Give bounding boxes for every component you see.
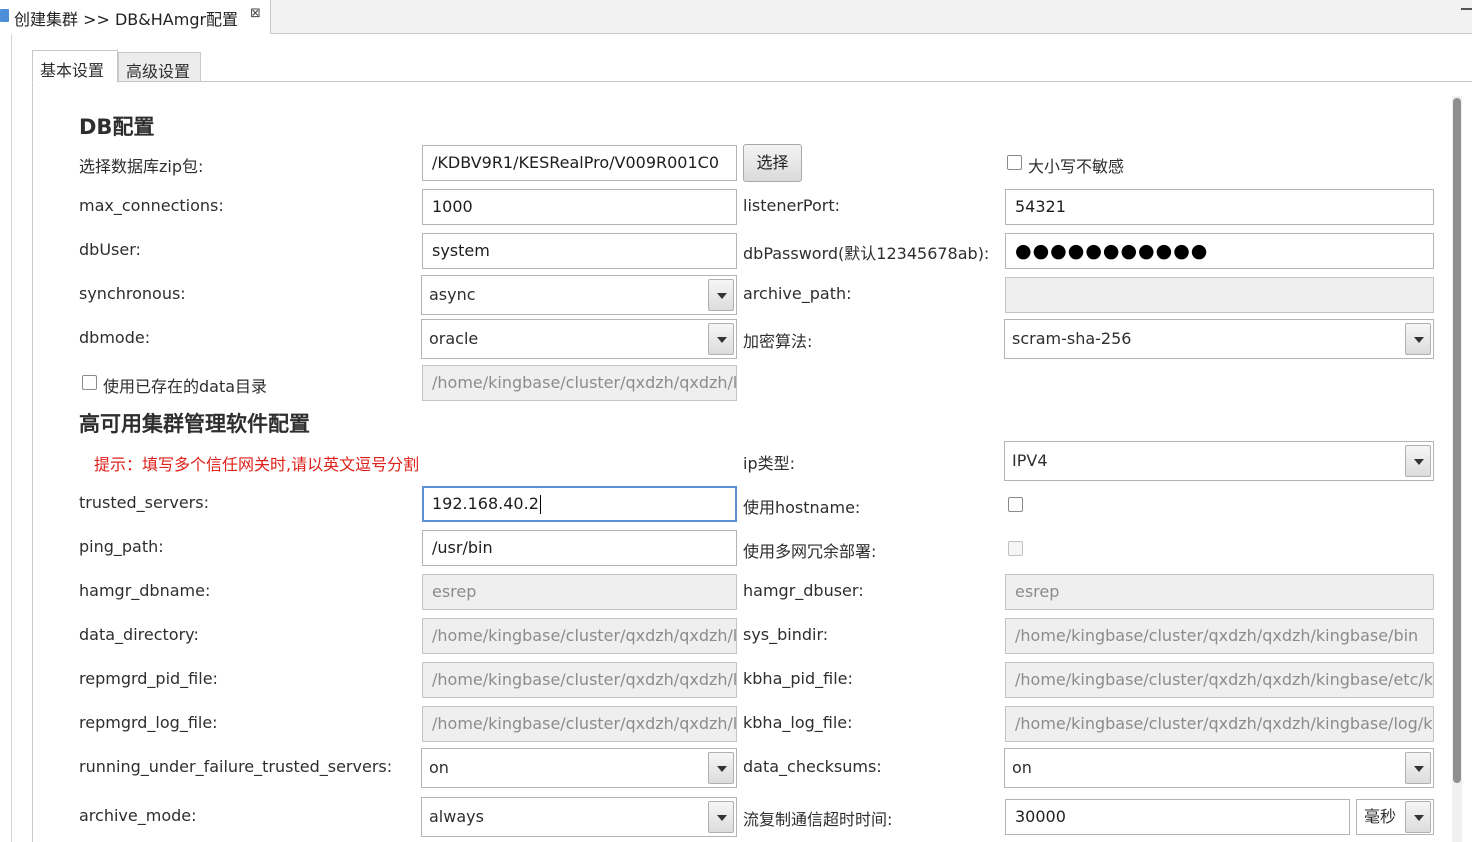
kbha-log-field: /home/kingbase/cluster/qxdzh/qxdzh/kingb…: [1005, 706, 1434, 742]
zip-label: 选择数据库zip包:: [79, 157, 204, 176]
hamgr-dbuser-label: hamgr_dbuser:: [743, 581, 864, 600]
scrollbar-thumb[interactable]: [1453, 98, 1461, 783]
ping-path-field[interactable]: /usr/bin: [422, 530, 737, 566]
db-user-field[interactable]: system: [422, 233, 737, 269]
data-directory-field: /home/kingbase/cluster/qxdzh/qxdzh/kingb…: [422, 618, 737, 654]
dbmode-label: dbmode:: [79, 328, 151, 347]
zip-path-field[interactable]: /KDBV9R1/KESRealPro/V009R001C0: [422, 145, 737, 181]
replication-timeout-label: 流复制通信超时时间:: [743, 810, 893, 829]
close-icon[interactable]: ⊠: [250, 6, 261, 21]
db-password-label: dbPassword(默认12345678ab):: [743, 244, 990, 263]
encryption-label: 加密算法:: [743, 332, 813, 351]
chevron-down-icon[interactable]: [708, 752, 734, 784]
max-connections-field[interactable]: 1000: [422, 189, 737, 225]
data-directory-label: data_directory:: [79, 625, 199, 644]
ip-type-select[interactable]: IPV4: [1004, 441, 1434, 481]
trusted-servers-label: trusted_servers:: [79, 493, 209, 512]
repmgrd-log-field: /home/kingbase/cluster/qxdzh/qxdzh/kingb…: [422, 706, 737, 742]
timeout-unit-select[interactable]: 毫秒: [1356, 799, 1434, 835]
kbha-pid-label: kbha_pid_file:: [743, 669, 853, 688]
use-existing-data-checkbox[interactable]: [82, 375, 97, 390]
case-insensitive-label: 大小写不敏感: [1028, 157, 1125, 176]
tabs-divider: [32, 81, 1472, 82]
max-connections-label: max_connections:: [79, 196, 224, 215]
multi-network-checkbox: [1008, 541, 1023, 556]
running-under-failure-label: running_under_failure_trusted_servers:: [79, 757, 393, 776]
kbha-pid-field: /home/kingbase/cluster/qxdzh/qxdzh/kingb…: [1005, 662, 1434, 698]
text-caret: [539, 495, 541, 514]
editor-file-icon: [0, 9, 9, 22]
editor-tab-title: 创建集群 >> DB&HAmgr配置: [14, 10, 239, 29]
chevron-down-icon[interactable]: [708, 279, 734, 311]
running-under-failure-select[interactable]: on: [421, 748, 737, 788]
trusted-servers-value: 192.168.40.2: [432, 494, 539, 513]
panel-border: [32, 81, 33, 842]
db-password-field[interactable]: ●●●●●●●●●●●: [1005, 233, 1434, 269]
ping-path-label: ping_path:: [79, 537, 164, 556]
chevron-down-icon[interactable]: [1405, 752, 1431, 784]
use-hostname-checkbox[interactable]: [1008, 497, 1023, 512]
trusted-servers-field[interactable]: 192.168.40.2: [422, 486, 737, 522]
dbmode-value: oracle: [429, 329, 479, 348]
choose-zip-button[interactable]: 选择: [743, 144, 802, 182]
chevron-down-icon[interactable]: [1405, 323, 1431, 355]
use-hostname-label: 使用hostname:: [743, 498, 861, 517]
multi-network-label: 使用多网冗余部署:: [743, 542, 877, 561]
db-section-title: DB配置: [79, 115, 155, 139]
timeout-unit-value: 毫秒: [1364, 807, 1397, 826]
ip-type-label: ip类型:: [743, 454, 795, 473]
archive-path-label: archive_path:: [743, 284, 852, 303]
sys-bindir-label: sys_bindir:: [743, 625, 829, 644]
minimize-icon[interactable]: [1461, 8, 1472, 10]
encryption-value: scram-sha-256: [1012, 329, 1132, 348]
listener-port-field[interactable]: 54321: [1005, 189, 1434, 225]
db-user-label: dbUser:: [79, 240, 141, 259]
hamgr-dbname-label: hamgr_dbname:: [79, 581, 211, 600]
tab-basic-settings[interactable]: 基本设置: [32, 50, 118, 83]
archive-path-field: [1005, 277, 1434, 313]
chevron-down-icon[interactable]: [708, 801, 734, 833]
synchronous-label: synchronous:: [79, 284, 186, 303]
data-checksums-value: on: [1012, 758, 1032, 777]
ha-section-title: 高可用集群管理软件配置: [79, 412, 310, 436]
case-insensitive-checkbox[interactable]: [1007, 155, 1022, 170]
hamgr-dbuser-field: esrep: [1005, 574, 1434, 610]
synchronous-select[interactable]: async: [421, 275, 737, 315]
sys-bindir-field: /home/kingbase/cluster/qxdzh/qxdzh/kingb…: [1005, 618, 1434, 654]
tab-advanced-settings[interactable]: 高级设置: [118, 52, 201, 82]
listener-port-label: listenerPort:: [743, 196, 841, 215]
kbha-log-label: kbha_log_file:: [743, 713, 853, 732]
repmgrd-log-label: repmgrd_log_file:: [79, 713, 218, 732]
dbmode-select[interactable]: oracle: [421, 319, 737, 359]
replication-timeout-field[interactable]: 30000: [1005, 799, 1350, 835]
data-checksums-select[interactable]: on: [1004, 748, 1434, 788]
repmgrd-pid-label: repmgrd_pid_file:: [79, 669, 218, 688]
archive-mode-select[interactable]: always: [421, 797, 737, 837]
synchronous-value: async: [429, 285, 476, 304]
ip-type-value: IPV4: [1012, 451, 1048, 470]
existing-data-path-field: /home/kingbase/cluster/qxdzh/qxdzh/kingb…: [422, 365, 737, 401]
data-checksums-label: data_checksums:: [743, 757, 882, 776]
hamgr-dbname-field: esrep: [422, 574, 737, 610]
editor-tab[interactable]: 创建集群 >> DB&HAmgr配置 ⊠: [0, 0, 271, 34]
encryption-select[interactable]: scram-sha-256: [1004, 319, 1434, 359]
running-under-failure-value: on: [429, 758, 449, 777]
archive-mode-value: always: [429, 807, 484, 826]
chevron-down-icon[interactable]: [1405, 801, 1431, 833]
use-existing-data-label: 使用已存在的data目录: [103, 377, 268, 396]
chevron-down-icon[interactable]: [708, 323, 734, 355]
chevron-down-icon[interactable]: [1405, 445, 1431, 477]
archive-mode-label: archive_mode:: [79, 806, 197, 825]
repmgrd-pid-field: /home/kingbase/cluster/qxdzh/qxdzh/kingb…: [422, 662, 737, 698]
hint-text: 提示：填写多个信任网关时,请以英文逗号分割: [94, 455, 420, 474]
